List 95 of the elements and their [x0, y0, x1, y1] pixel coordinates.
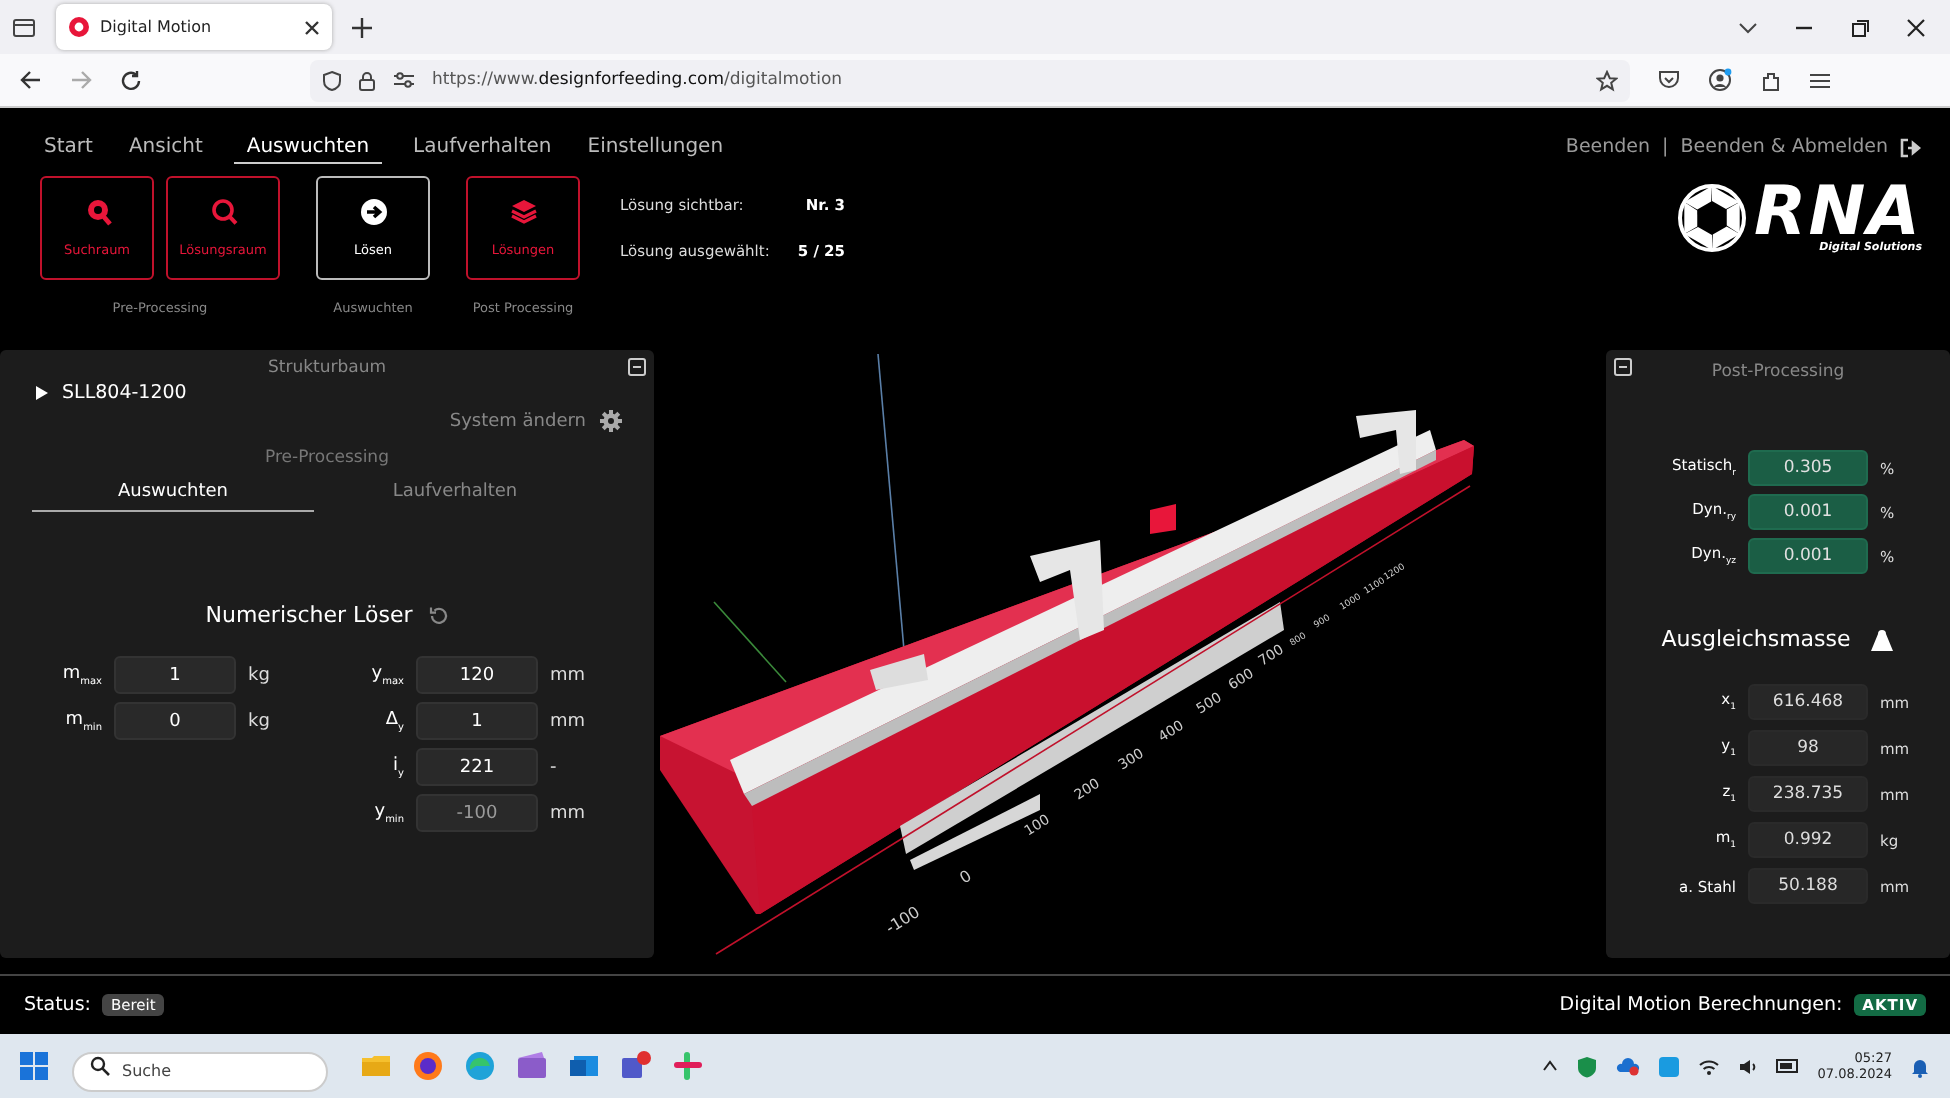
field-label: Δ$_{y}$ — [383, 709, 404, 733]
input-field[interactable]: 1 — [114, 656, 236, 694]
magnifier-pin-icon — [83, 198, 111, 226]
output-field[interactable]: 238.735 — [1748, 776, 1868, 812]
close-icon[interactable] — [304, 19, 320, 35]
reload-icon[interactable] — [120, 69, 142, 91]
settings-icon[interactable] — [600, 410, 622, 432]
unit-label: mm — [550, 711, 588, 731]
output-field[interactable]: 0.992 — [1748, 822, 1868, 858]
output-field[interactable]: 50.188 — [1748, 868, 1868, 904]
search-field[interactable]: Suche — [72, 1051, 328, 1091]
browser-app-icon[interactable] — [412, 1050, 444, 1082]
shield-icon[interactable] — [1575, 1055, 1598, 1077]
output-field[interactable]: 98 — [1748, 730, 1868, 766]
arrow-circle-icon — [359, 198, 387, 226]
triangle-icon[interactable] — [36, 386, 48, 400]
restore-icon[interactable] — [1850, 17, 1870, 37]
unit-label: kg — [248, 665, 272, 685]
tab-list-icon[interactable] — [12, 16, 36, 38]
speaker-icon[interactable] — [1737, 1057, 1758, 1075]
search-icon — [90, 1056, 110, 1076]
chat-app-icon[interactable] — [620, 1050, 652, 1082]
battery-icon[interactable] — [1775, 1058, 1800, 1074]
field-label: m$_{min}$ — [63, 709, 102, 733]
panel-tab[interactable]: Laufverhalten — [314, 482, 596, 512]
logout-link[interactable]: Beenden & Abmelden — [1680, 136, 1888, 158]
input-field[interactable]: 1 — [416, 702, 538, 740]
tree-item[interactable]: SLL804-1200 — [62, 382, 187, 404]
back-arrow-icon[interactable] — [20, 70, 42, 90]
film-app-icon[interactable] — [516, 1050, 548, 1082]
solver-title: Numerischer Löser — [205, 602, 413, 628]
logout-icon[interactable] — [1900, 137, 1922, 157]
nav-tab[interactable]: Einstellungen — [583, 136, 728, 164]
close-icon[interactable] — [1906, 17, 1926, 37]
separator: | — [1662, 136, 1669, 158]
layers-icon — [509, 198, 537, 226]
search-icon — [209, 198, 237, 226]
collapse-icon[interactable] — [1614, 358, 1632, 376]
pocket-icon[interactable] — [1658, 70, 1680, 90]
sliders-icon[interactable] — [392, 70, 416, 90]
new-tab-icon[interactable] — [352, 17, 372, 37]
unit-label: kg — [248, 711, 272, 731]
chevron-down-icon[interactable] — [1738, 21, 1758, 33]
panel-tab[interactable]: Auswuchten — [32, 482, 314, 512]
tab-title: Digital Motion — [100, 18, 214, 36]
menu-icon[interactable] — [1810, 71, 1830, 89]
star-icon[interactable] — [1596, 69, 1618, 91]
logout-link[interactable]: Beenden — [1565, 136, 1651, 158]
panel-title: Post-Processing — [1711, 362, 1845, 382]
address-bar[interactable]: https://www.designforfeeding.com/digitalmotion — [310, 59, 1630, 101]
padlock-icon — [358, 69, 376, 91]
section-title: Ausgleichsmasse — [1661, 626, 1851, 652]
browser-tab[interactable]: Digital Motion — [56, 4, 332, 50]
status-label: Status: — [24, 994, 91, 1016]
nav-tab[interactable]: Start — [40, 136, 97, 164]
unit-label: mm — [550, 665, 588, 685]
collapse-icon[interactable] — [628, 358, 646, 376]
windows-start-icon[interactable] — [20, 1052, 48, 1080]
aperture-logo-icon — [1676, 182, 1749, 254]
output-field[interactable]: 0.001 — [1748, 494, 1868, 530]
account-icon[interactable] — [1708, 68, 1732, 92]
url-text: https://www.designforfeeding.com/digitalmotion — [432, 70, 845, 90]
unit-label: - — [550, 757, 559, 777]
nav-tab[interactable]: Laufverhalten — [409, 136, 556, 164]
nav-tab[interactable]: Auswuchten — [234, 136, 382, 164]
field-label: y$_{min}$ — [372, 801, 404, 825]
unit-label: mm — [550, 803, 588, 823]
wifi-icon[interactable] — [1697, 1057, 1720, 1075]
extensions-icon[interactable] — [1760, 69, 1782, 91]
output-field[interactable]: 616.468 — [1748, 684, 1868, 720]
system-link[interactable]: System ändern — [449, 411, 586, 431]
site-logo-icon — [68, 16, 90, 38]
grid-app-icon[interactable] — [672, 1050, 704, 1082]
shield-icon — [322, 69, 342, 91]
input-field[interactable]: 120 — [416, 656, 538, 694]
mail-app-icon[interactable] — [568, 1050, 600, 1082]
section-title: Pre-Processing — [263, 448, 391, 468]
output-field[interactable]: 0.305 — [1748, 450, 1868, 486]
axis-tick-label: 0 — [956, 866, 975, 888]
cloud-icon[interactable] — [1615, 1056, 1640, 1076]
axis-tick-label: -100 — [882, 902, 923, 938]
weight-icon — [1870, 627, 1895, 651]
bell-icon[interactable] — [1910, 1055, 1930, 1077]
calculation-label: Digital Motion Berechnungen: — [1559, 994, 1843, 1016]
output-field[interactable]: 0.001 — [1748, 538, 1868, 574]
panel-title: Strukturbaum — [267, 358, 387, 378]
input-field[interactable]: 221 — [416, 748, 538, 786]
chevron-up-icon[interactable] — [1541, 1060, 1558, 1072]
input-field[interactable]: 0 — [114, 702, 236, 740]
reset-icon[interactable] — [428, 605, 449, 625]
logo-name: RNA — [1754, 182, 1922, 242]
field-label: m$_{max}$ — [60, 663, 102, 687]
field-label: y$_{max}$ — [369, 663, 404, 687]
field-label: i$_{y}$ — [391, 755, 404, 779]
nav-tab[interactable]: Ansicht — [124, 136, 207, 164]
